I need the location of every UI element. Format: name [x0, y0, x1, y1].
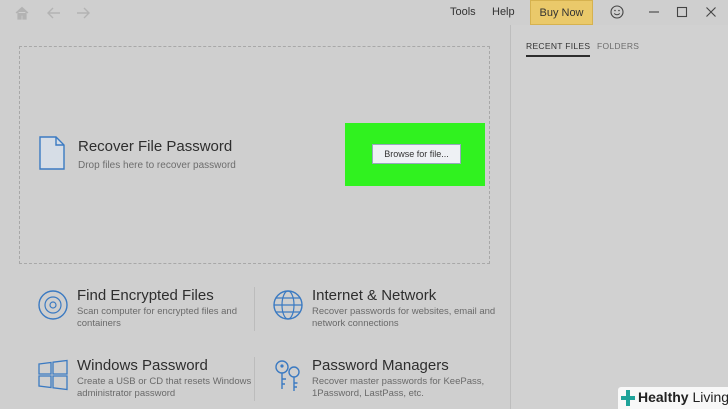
- card-title: Password Managers: [312, 357, 449, 374]
- disc-icon: [38, 290, 68, 320]
- card-description: Recover master passwords for KeePass, 1P…: [312, 376, 485, 399]
- forward-arrow-icon[interactable]: [74, 4, 92, 22]
- password-managers-card[interactable]: Password Managers Recover master passwor…: [272, 357, 502, 409]
- tab-recent-files[interactable]: RECENT FILES: [526, 41, 591, 57]
- watermark: Healthy Living: [618, 387, 728, 409]
- file-drop-zone[interactable]: Recover File Password Drop files here to…: [19, 46, 490, 264]
- minimize-icon[interactable]: [646, 4, 662, 20]
- watermark-brand-light: Living: [692, 389, 728, 405]
- buy-now-button[interactable]: Buy Now: [530, 0, 593, 25]
- main-panel: Recover File Password Drop files here to…: [0, 25, 510, 409]
- back-arrow-icon[interactable]: [45, 4, 63, 22]
- title-bar: Tools Help Buy Now: [0, 0, 728, 25]
- card-description: Create a USB or CD that resets Windows a…: [77, 376, 252, 399]
- card-title: Windows Password: [77, 357, 208, 374]
- menu-help[interactable]: Help: [492, 6, 515, 18]
- close-icon[interactable]: [703, 4, 719, 20]
- windows-logo-icon: [38, 359, 68, 391]
- home-icon[interactable]: [13, 4, 31, 22]
- plus-logo-icon: [621, 390, 635, 406]
- browse-for-file-button[interactable]: Browse for file...: [372, 144, 461, 164]
- globe-icon: [273, 290, 303, 320]
- internet-network-card[interactable]: Internet & Network Recover passwords for…: [272, 287, 502, 343]
- card-divider: [254, 357, 255, 401]
- card-divider: [254, 287, 255, 331]
- keys-icon: [275, 360, 300, 391]
- find-encrypted-files-card[interactable]: Find Encrypted Files Scan computer for e…: [37, 287, 267, 343]
- watermark-brand-bold: Healthy: [638, 389, 689, 405]
- side-panel: RECENT FILES FOLDERS: [510, 25, 728, 409]
- windows-password-card[interactable]: Windows Password Create a USB or CD that…: [37, 357, 267, 409]
- tab-folders[interactable]: FOLDERS: [597, 41, 639, 51]
- card-description: Scan computer for encrypted files and co…: [77, 306, 238, 329]
- drop-zone-subtitle: Drop files here to recover password: [78, 160, 236, 171]
- drop-zone-title: Recover File Password: [78, 138, 233, 155]
- maximize-icon[interactable]: [674, 4, 690, 20]
- menu-tools[interactable]: Tools: [450, 6, 476, 18]
- smiley-feedback-icon[interactable]: [609, 4, 625, 20]
- document-icon: [39, 136, 65, 170]
- watermark-text: Healthy Living: [638, 389, 728, 405]
- card-title: Internet & Network: [312, 287, 437, 304]
- card-title: Find Encrypted Files: [77, 287, 214, 304]
- card-description: Recover passwords for websites, email an…: [312, 306, 496, 329]
